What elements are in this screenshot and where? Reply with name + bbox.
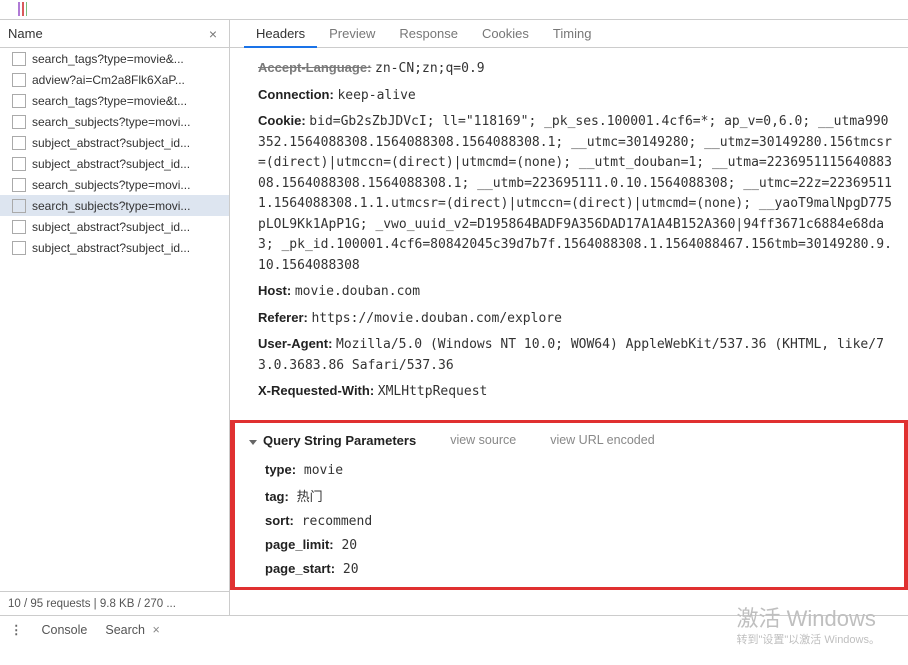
request-label: subject_abstract?subject_id... xyxy=(32,241,190,255)
header-key: X-Requested-With: xyxy=(258,383,374,398)
more-menu-icon[interactable]: ⋮ xyxy=(10,622,24,637)
request-label: search_tags?type=movie&... xyxy=(32,52,184,66)
file-icon xyxy=(12,94,26,108)
query-param: page_start: 20 xyxy=(265,561,890,577)
request-row[interactable]: search_subjects?type=movi... xyxy=(0,195,229,216)
header-value: bid=Gb2sZbJDVcI; ll="118169"; _pk_ses.10… xyxy=(258,114,892,273)
close-icon[interactable]: × xyxy=(152,623,159,637)
param-key: type: xyxy=(265,462,296,477)
close-icon[interactable]: × xyxy=(205,20,221,48)
drawer-bar: ⋮ Console Search × xyxy=(0,615,908,643)
request-list: search_tags?type=movie&... adview?ai=Cm2a… xyxy=(0,48,229,591)
disclosure-triangle-icon[interactable] xyxy=(249,440,257,445)
file-icon xyxy=(12,136,26,150)
request-row[interactable]: search_tags?type=movie&... xyxy=(0,48,229,69)
header-value: XMLHttpRequest xyxy=(378,384,488,399)
file-icon xyxy=(12,157,26,171)
header-value: zn-CN;zn;q=0.9 xyxy=(375,61,485,76)
param-value: movie xyxy=(296,463,343,478)
query-param: page_limit: 20 xyxy=(265,537,890,553)
header-value: Mozilla/5.0 (Windows NT 10.0; WOW64) App… xyxy=(258,337,884,373)
query-param: type: movie xyxy=(265,462,890,478)
param-value: 热门 xyxy=(289,490,323,505)
file-icon xyxy=(12,220,26,234)
detail-tabs: HeadersPreviewResponseCookiesTiming xyxy=(230,20,908,48)
section-title: Query String Parameters xyxy=(263,433,416,448)
query-param: sort: recommend xyxy=(265,513,890,529)
request-row[interactable]: subject_abstract?subject_id... xyxy=(0,216,229,237)
param-key: sort: xyxy=(265,513,294,528)
tab-response[interactable]: Response xyxy=(387,20,470,48)
request-label: subject_abstract?subject_id... xyxy=(32,136,190,150)
header-key: Accept-Language: xyxy=(258,60,371,75)
tab-timing[interactable]: Timing xyxy=(541,20,604,48)
param-key: page_start: xyxy=(265,561,335,576)
file-icon xyxy=(12,52,26,66)
request-label: subject_abstract?subject_id... xyxy=(32,220,190,234)
header-value: keep-alive xyxy=(337,88,415,103)
status-bar: 10 / 95 requests | 9.8 KB / 270 ... xyxy=(0,591,229,615)
request-label: search_tags?type=movie&t... xyxy=(32,94,187,108)
file-icon xyxy=(12,241,26,255)
header-key: Connection: xyxy=(258,87,334,102)
request-row[interactable]: search_subjects?type=movi... xyxy=(0,111,229,132)
search-tab[interactable]: Search × xyxy=(105,623,159,637)
param-value: 20 xyxy=(335,562,358,577)
file-icon xyxy=(12,115,26,129)
header-key: Cookie: xyxy=(258,113,306,128)
timeline-strip xyxy=(0,0,908,20)
tab-preview[interactable]: Preview xyxy=(317,20,387,48)
view-source-link[interactable]: view source xyxy=(450,433,516,447)
param-value: recommend xyxy=(294,514,372,529)
header-value: movie.douban.com xyxy=(295,284,420,299)
tab-cookies[interactable]: Cookies xyxy=(470,20,541,48)
tab-headers[interactable]: Headers xyxy=(244,20,317,48)
header-key: Referer: xyxy=(258,310,308,325)
query-param: tag: 热门 xyxy=(265,486,890,505)
header-value: https://movie.douban.com/explore xyxy=(311,311,561,326)
request-row[interactable]: subject_abstract?subject_id... xyxy=(0,153,229,174)
request-row[interactable]: subject_abstract?subject_id... xyxy=(0,132,229,153)
request-sidebar: Name × search_tags?type=movie&... adview?… xyxy=(0,20,230,615)
request-label: subject_abstract?subject_id... xyxy=(32,157,190,171)
file-icon xyxy=(12,199,26,213)
console-tab[interactable]: Console xyxy=(42,623,88,637)
request-row[interactable]: search_tags?type=movie&t... xyxy=(0,90,229,111)
header-key: User-Agent: xyxy=(258,336,332,351)
file-icon xyxy=(12,178,26,192)
param-key: page_limit: xyxy=(265,537,334,552)
request-label: adview?ai=Cm2a8Flk6XaP... xyxy=(32,73,185,87)
query-string-section: Query String Parameters view source view… xyxy=(230,420,908,590)
request-label: search_subjects?type=movi... xyxy=(32,178,190,192)
request-label: search_subjects?type=movi... xyxy=(32,199,190,213)
view-url-encoded-link[interactable]: view URL encoded xyxy=(550,433,654,447)
request-row[interactable]: subject_abstract?subject_id... xyxy=(0,237,229,258)
request-row[interactable]: adview?ai=Cm2a8Flk6XaP... xyxy=(0,69,229,90)
request-label: search_subjects?type=movi... xyxy=(32,115,190,129)
headers-pane: Accept-Language: zn-CN;zn;q=0.9 Connecti… xyxy=(230,48,908,615)
param-value: 20 xyxy=(334,538,357,553)
param-key: tag: xyxy=(265,489,289,504)
header-key: Host: xyxy=(258,283,291,298)
request-row[interactable]: search_subjects?type=movi... xyxy=(0,174,229,195)
name-column-header[interactable]: Name xyxy=(8,20,43,48)
file-icon xyxy=(12,73,26,87)
